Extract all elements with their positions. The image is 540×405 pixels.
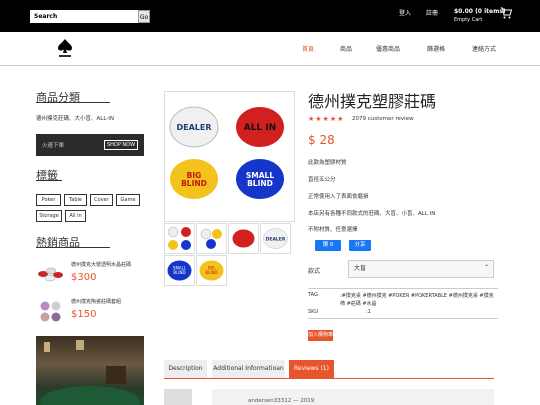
desc-line: 此款為塑膠材質 [308, 160, 347, 166]
facebook-share-button[interactable]: 分享 [349, 240, 371, 251]
tag-all-in[interactable]: All in [65, 210, 86, 222]
login-link[interactable]: 登入 [399, 8, 411, 17]
divider [308, 318, 498, 319]
chevron-down-icon: ⌄ [483, 261, 489, 268]
tab-additional-info[interactable]: Additional Informatioan [212, 360, 285, 378]
tag-label: TAG [308, 292, 318, 298]
search-go-button[interactable]: Go [138, 10, 150, 23]
main-nav: 首頁 商品 優惠商品 篩選格 連絡方式 [0, 32, 540, 66]
hot-item-price: $150 [71, 309, 97, 320]
tab-reviews[interactable]: Reviews (1) [289, 360, 334, 378]
shop-now-button[interactable]: SHOP NOW [104, 140, 138, 150]
nav-home[interactable]: 首頁 [302, 44, 314, 53]
search-input[interactable]: Search [30, 10, 138, 23]
nav-contact[interactable]: 連絡方式 [472, 44, 496, 53]
spade-logo-icon[interactable] [57, 38, 73, 60]
svg-text:BLIND: BLIND [205, 270, 217, 275]
cart-amount[interactable]: $0.00 (0 items) [454, 8, 506, 15]
desc-line: 不附材質、任意選擇 [308, 227, 358, 233]
tag-poker[interactable]: Poker [36, 194, 61, 206]
desc-line: 直徑五公分 [308, 177, 336, 183]
hot-item-price: $300 [71, 272, 97, 283]
thumbnail-set-2[interactable] [196, 223, 227, 254]
tag-cover[interactable]: Cover [90, 194, 113, 206]
tag-table[interactable]: Table [64, 194, 87, 206]
category-link[interactable]: 德州撲克莊碼、大小盲、ALL-IN [36, 114, 114, 122]
sku-label: SKU [308, 309, 318, 315]
add-to-cart-button[interactable]: 加入購物車 [308, 330, 333, 341]
tag-game[interactable]: Game [116, 194, 140, 206]
thumbnail-all-in[interactable] [228, 223, 259, 254]
title-underline [36, 247, 110, 248]
nav-filter[interactable]: 篩選格 [427, 44, 445, 53]
top-bar: Search Go 登入 註冊 $0.00 (0 items) Empty Ca… [0, 0, 540, 32]
product-thumbnail[interactable] [36, 297, 66, 327]
product-thumbnail[interactable] [36, 258, 66, 288]
title-underline [36, 180, 62, 181]
register-link[interactable]: 註冊 [426, 8, 438, 17]
svg-text:BLIND: BLIND [247, 179, 273, 188]
option-select[interactable]: 大盲 ⌄ [348, 260, 494, 278]
chip-label: DEALER [176, 123, 211, 132]
hot-item-name[interactable]: 德州撲克大號透明水晶莊碼 [71, 261, 131, 268]
desc-line: 本店另有各種不同款式的莊碼、大盲、小盲、ALL IN [308, 211, 436, 217]
avatar [164, 389, 192, 405]
cart-icon[interactable] [500, 7, 512, 19]
review-item: andersen33312 — 2019 [212, 389, 494, 405]
thumbnail-dealer[interactable]: DEALER [260, 223, 291, 254]
tag-value: :#撲克桌 #德州撲克 #POKER #POKERTABLE #德州撲克桌 #撲… [340, 293, 494, 307]
product-title: 德州撲克塑膠莊碼 [308, 92, 437, 111]
tag-storage[interactable]: Storage [36, 210, 62, 222]
thumbnail-big-blind[interactable]: BIG BLIND [196, 255, 227, 286]
divider [308, 288, 498, 289]
option-selected-value: 大盲 [354, 265, 367, 272]
nav-products[interactable]: 商品 [340, 44, 352, 53]
sku-value: :1 [366, 309, 371, 315]
chip-label: ALL IN [244, 123, 276, 133]
review-author: andersen33312 — 2019 [248, 398, 315, 404]
option-label: 款式 [308, 268, 321, 275]
title-underline [36, 102, 110, 103]
desc-line: 正常使用入了表面會磨損 [308, 194, 369, 200]
product-main-image[interactable]: DEALER ALL IN BIG BLIND SMALL BLIND [164, 91, 295, 222]
nav-deals[interactable]: 優惠商品 [376, 44, 400, 53]
banner-text: 火速下單 [42, 143, 65, 149]
hot-item-name[interactable]: 德州撲克陶瓷莊碼套組 [71, 298, 121, 305]
cart-status: Empty Cart [454, 17, 483, 23]
rating-stars: ★★★★★ [308, 115, 345, 123]
tab-description[interactable]: Description [164, 360, 207, 378]
product-price: $ 28 [308, 133, 335, 147]
thumbnail-set[interactable] [164, 223, 195, 254]
poker-room-photo [36, 336, 144, 405]
svg-text:BLIND: BLIND [181, 179, 207, 188]
thumbnail-small-blind[interactable]: SMALL BLIND [164, 255, 195, 286]
svg-text:DEALER: DEALER [266, 237, 286, 243]
svg-text:BLIND: BLIND [173, 270, 185, 275]
promo-banner[interactable]: 火速下單 SHOP NOW [36, 134, 144, 156]
tab-underline [164, 378, 494, 379]
review-count-link[interactable]: 2079 customer review [352, 116, 414, 122]
facebook-like-button[interactable]: 讚 0 [315, 240, 341, 251]
